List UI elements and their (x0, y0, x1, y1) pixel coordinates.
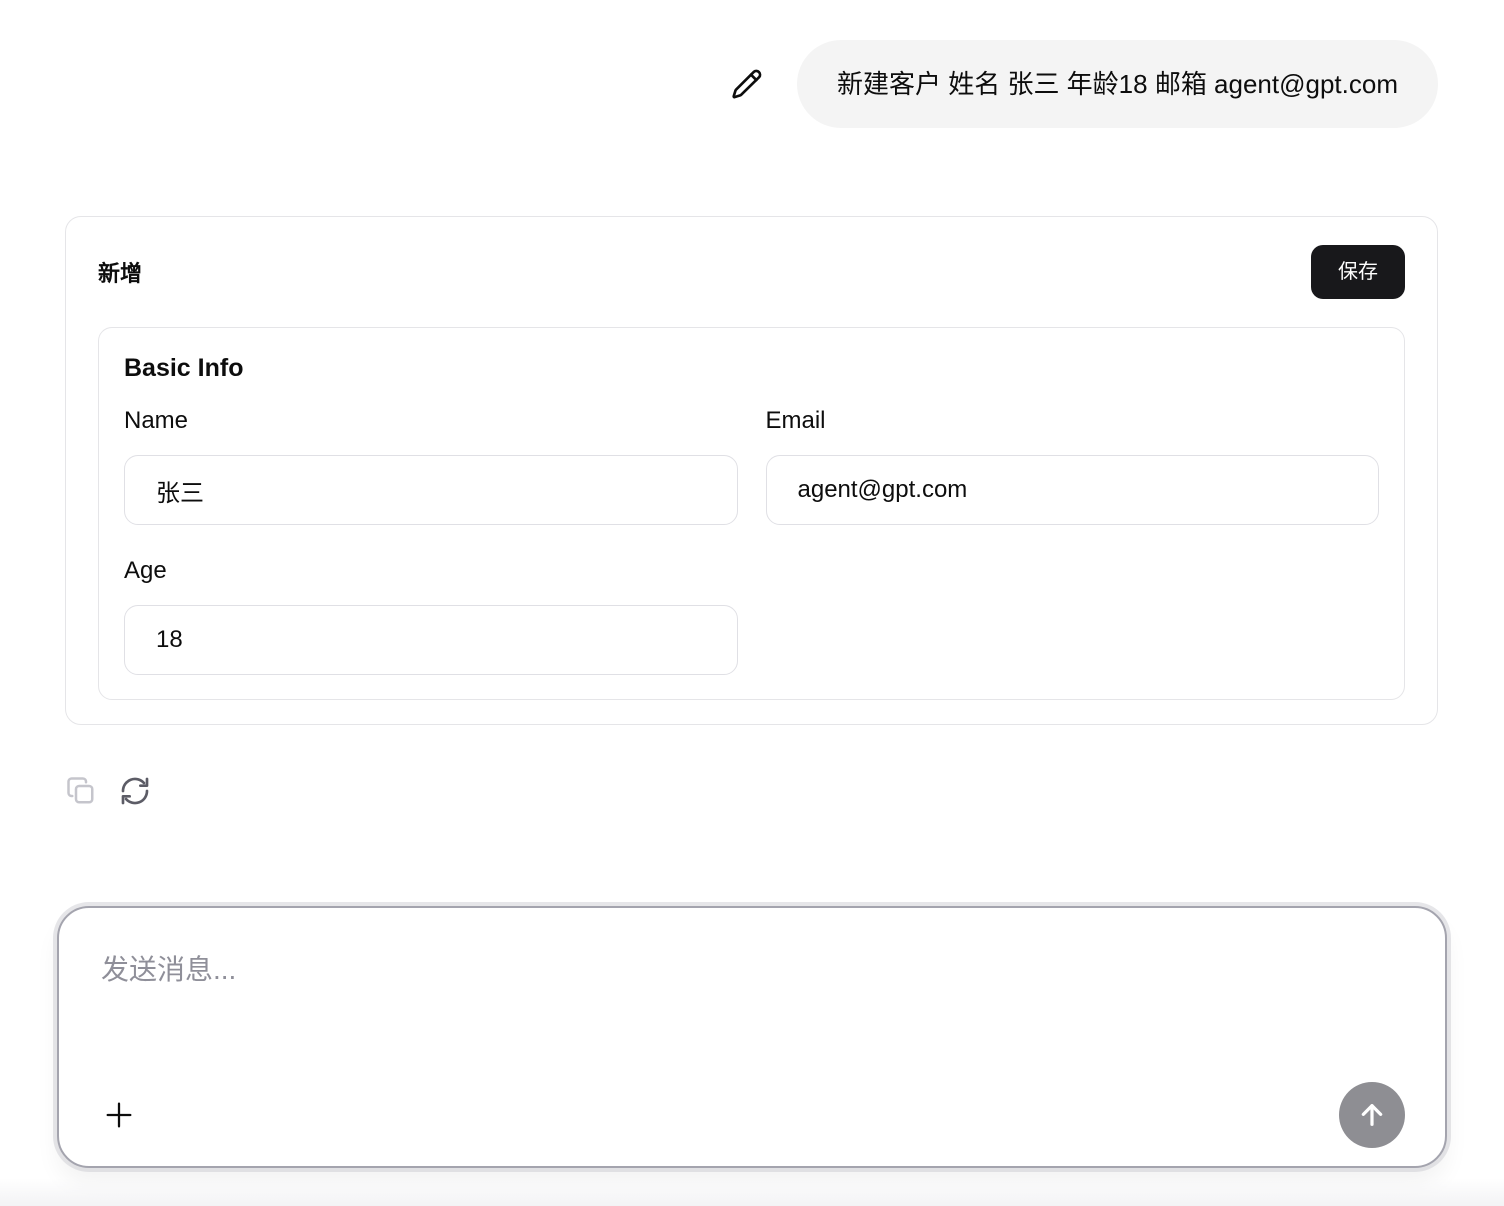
message-actions (62, 772, 154, 810)
age-input[interactable] (124, 605, 738, 675)
name-input[interactable] (124, 455, 738, 525)
user-message-text: 新建客户 姓名 张三 年龄18 邮箱 agent@gpt.com (837, 71, 1398, 97)
card-title: 新增 (98, 256, 142, 288)
refresh-icon (119, 775, 151, 807)
arrow-up-icon (1356, 1099, 1388, 1131)
message-composer (57, 906, 1447, 1168)
pencil-icon (731, 68, 763, 100)
user-message-row: 新建客户 姓名 张三 年龄18 邮箱 agent@gpt.com (730, 40, 1438, 128)
chat-page: 新建客户 姓名 张三 年龄18 邮箱 agent@gpt.com 新增 保存 B… (0, 0, 1504, 1206)
send-button[interactable] (1339, 1082, 1405, 1148)
section-heading: Basic Info (124, 354, 1379, 383)
fields-grid: Name Email Age (124, 407, 1379, 675)
save-button[interactable]: 保存 (1311, 245, 1405, 299)
new-record-card: 新增 保存 Basic Info Name Email Age (65, 216, 1438, 725)
copy-button[interactable] (62, 772, 100, 810)
name-field-group: Name (124, 407, 738, 525)
regenerate-button[interactable] (116, 772, 154, 810)
name-label: Name (124, 407, 738, 435)
copy-icon (66, 776, 96, 806)
attach-button[interactable] (99, 1095, 139, 1135)
email-input[interactable] (766, 455, 1380, 525)
composer-toolbar (87, 1082, 1417, 1148)
message-input[interactable] (87, 942, 1417, 1082)
email-field-group: Email (766, 407, 1380, 525)
basic-info-section: Basic Info Name Email Age (98, 327, 1405, 700)
age-field-group: Age (124, 557, 738, 675)
edit-message-button[interactable] (730, 67, 764, 101)
age-label: Age (124, 557, 738, 585)
email-label: Email (766, 407, 1380, 435)
card-header: 新增 保存 (98, 245, 1405, 299)
bottom-gradient (0, 1178, 1504, 1206)
plus-icon (102, 1098, 136, 1132)
user-message-bubble: 新建客户 姓名 张三 年龄18 邮箱 agent@gpt.com (797, 40, 1438, 128)
